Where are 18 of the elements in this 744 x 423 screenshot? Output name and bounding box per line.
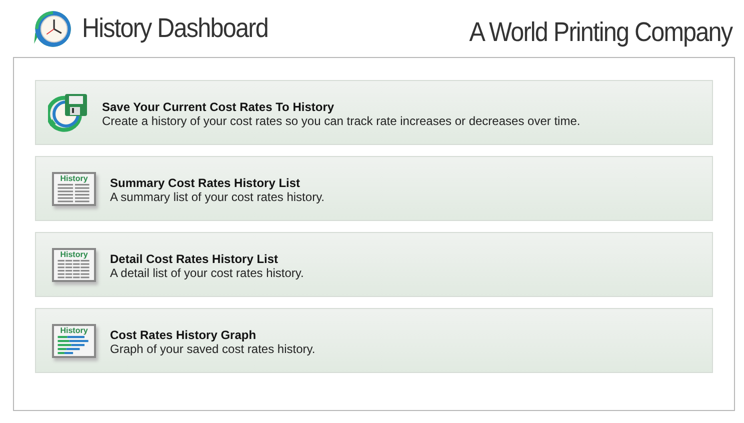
card-description: Graph of your saved cost rates history.	[110, 342, 316, 356]
clock-disk-icon	[48, 92, 90, 134]
card-title: Detail Cost Rates History List	[110, 252, 280, 266]
card-description: A detail list of your cost rates history.	[110, 266, 304, 280]
dashboard-link-card[interactable]: Save Your Current Cost Rates To History Create a history of your cost rates so you can track rate increases or decreases over time.	[35, 80, 713, 145]
dashboard-link-card[interactable]: History Detail Cost Rates History List A detail list of your cost rates history.	[35, 232, 713, 297]
card-description: Create a history of your cost rates so you can track rate increases or decreases over time.	[102, 114, 580, 128]
card-title: Summary Cost Rates History List	[110, 176, 302, 190]
dashboard-link-card[interactable]: History Cost Rates History Graph Graph of your saved cost rates history.	[35, 308, 713, 373]
icon-label: History	[60, 174, 88, 182]
icon-label: History	[60, 326, 88, 334]
page-title: History Dashboard	[82, 13, 268, 44]
dashboard-link-card[interactable]: History Summary Cost Rates History List A summary list of your cost rates history.	[35, 156, 713, 221]
company-name: A World Printing Company	[469, 17, 732, 48]
card-title: Save Your Current Cost Rates To History	[102, 100, 336, 114]
card-description: A summary list of your cost rates history.	[110, 190, 325, 204]
card-title: Cost Rates History Graph	[110, 328, 258, 342]
icon-label: History	[60, 250, 88, 258]
